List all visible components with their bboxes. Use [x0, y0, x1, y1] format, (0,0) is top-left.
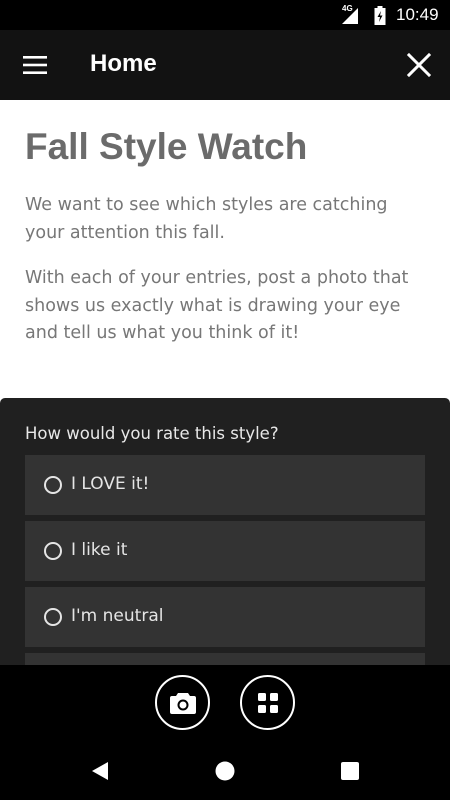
contest-heading: Fall Style Watch [25, 126, 308, 167]
status-bar: 4G 10:49 [0, 0, 450, 30]
rating-option-neutral[interactable]: I'm neutral [25, 587, 425, 647]
rating-survey: How would you rate this style? I LOVE it… [0, 398, 450, 665]
bottom-action-bar [0, 665, 450, 740]
option-label: I like it [71, 540, 128, 560]
rating-option-partial[interactable] [25, 653, 425, 665]
camera-icon [169, 692, 196, 714]
recents-button[interactable] [339, 760, 361, 782]
battery-icon [374, 6, 386, 25]
close-icon [407, 53, 431, 77]
home-button[interactable] [214, 760, 236, 782]
page-title: Home [90, 50, 157, 77]
recents-icon [341, 762, 359, 780]
main-content: Fall Style Watch We want to see which st… [0, 100, 450, 665]
intro-paragraph: We want to see which styles are catching… [25, 195, 388, 243]
radio-button-icon [44, 542, 62, 560]
survey-question: How would you rate this style? [25, 424, 279, 443]
home-icon [215, 761, 235, 781]
rating-option-like[interactable]: I like it [25, 521, 425, 581]
option-label: I LOVE it! [71, 474, 150, 494]
menu-button[interactable] [14, 44, 56, 86]
clock: 10:49 [396, 5, 439, 24]
option-label: I'm neutral [71, 606, 164, 626]
system-nav-bar [0, 740, 450, 800]
camera-button[interactable] [155, 675, 210, 730]
app-bar: Home [0, 30, 450, 100]
signal-icon [342, 8, 358, 24]
hamburger-menu-icon [23, 56, 47, 74]
back-icon [92, 762, 108, 780]
radio-button-icon [44, 608, 62, 626]
instructions-paragraph: With each of your entries, post a photo … [25, 268, 409, 343]
back-button[interactable] [89, 760, 111, 782]
gallery-button[interactable] [240, 675, 295, 730]
rating-option-love[interactable]: I LOVE it! [25, 455, 425, 515]
close-button[interactable] [398, 44, 440, 86]
grid-icon [257, 692, 278, 713]
radio-button-icon [44, 476, 62, 494]
